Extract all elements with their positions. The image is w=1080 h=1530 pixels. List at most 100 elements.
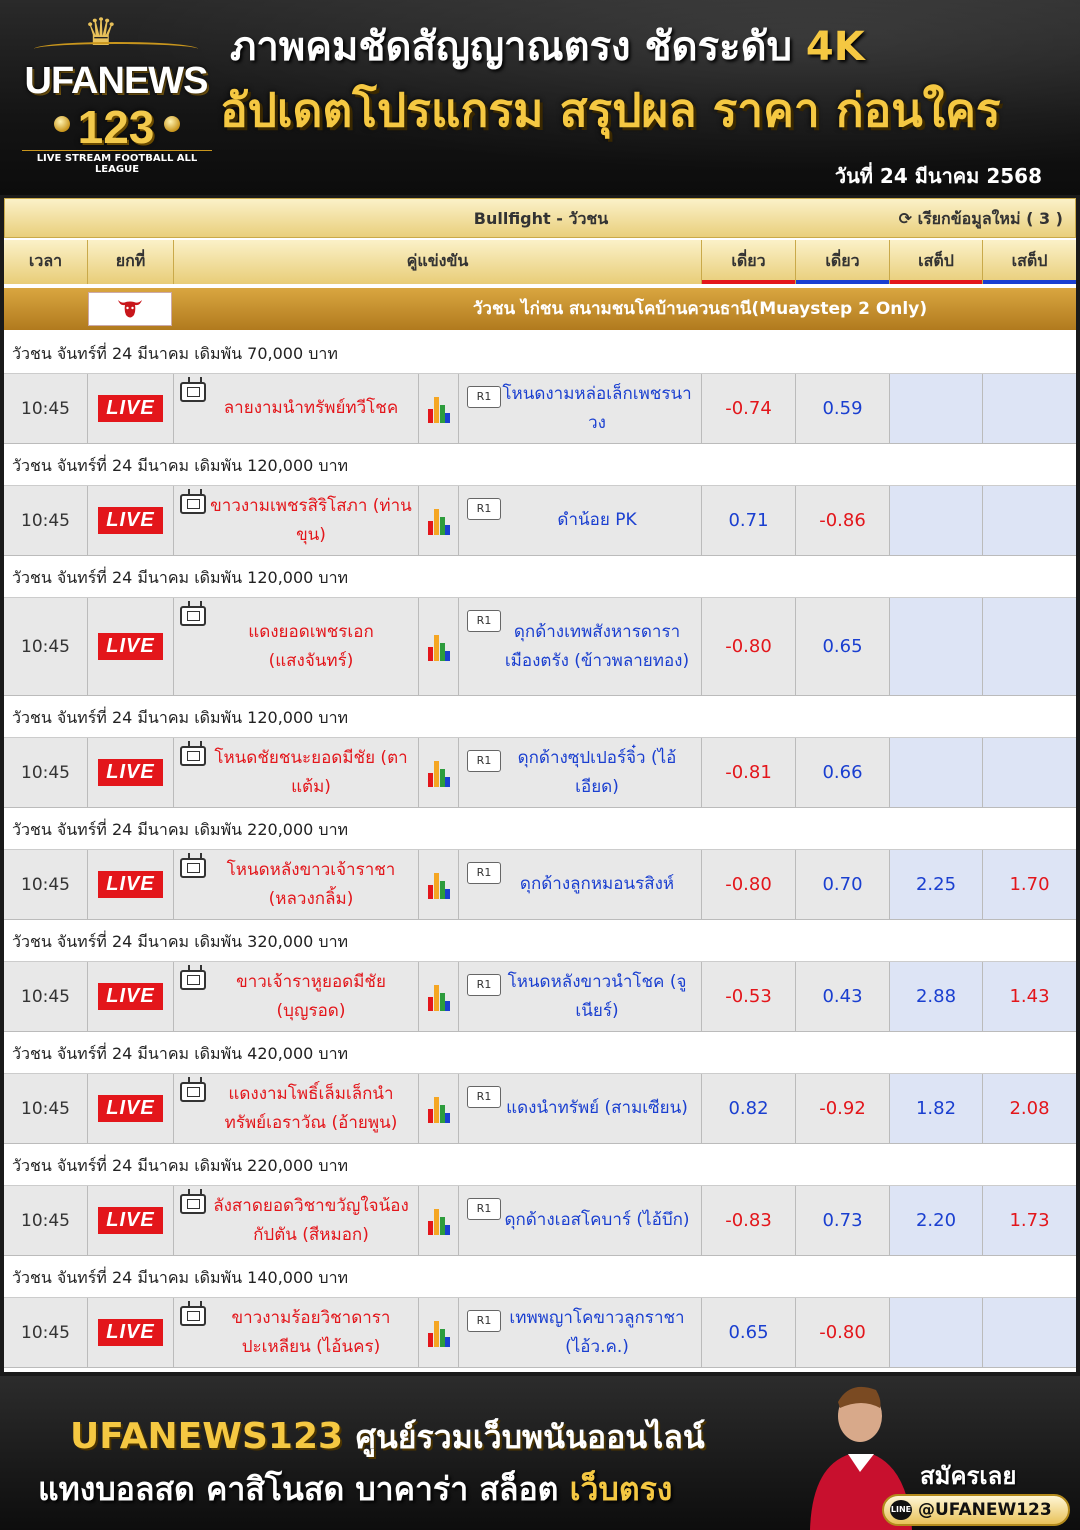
table-row[interactable]: 10:45 LIVE โหนดชัยชนะยอดมีชัย (ตาแต้ม) R1 ดุ… [4,738,1076,808]
odd-step-1[interactable] [890,374,983,443]
odd-step-1[interactable]: 1.82 [890,1074,983,1143]
bar-chart-icon[interactable] [427,759,450,787]
table-row[interactable]: 10:45 LIVE โหนดหลังขาวเจ้าราชา (หลวงกลิ้ม)… [4,850,1076,920]
odd-step-2[interactable]: 1.70 [983,850,1076,919]
bar-chart-icon[interactable] [427,395,450,423]
odd-single-2[interactable]: 0.73 [796,1186,890,1255]
live-cell[interactable]: LIVE [88,598,174,695]
odd-single-1[interactable]: -0.53 [702,962,796,1031]
live-cell[interactable]: LIVE [88,1298,174,1367]
odd-step-2[interactable]: 1.73 [983,1186,1076,1255]
bar-chart-icon[interactable] [427,1207,450,1235]
tv-icon[interactable] [180,382,206,402]
tv-icon[interactable] [180,494,206,514]
bar-chart-icon[interactable] [427,983,450,1011]
odd-single-2[interactable]: 0.65 [796,598,890,695]
live-badge[interactable]: LIVE [98,759,163,786]
stats-cell[interactable] [419,1074,459,1143]
odd-single-2[interactable]: 0.66 [796,738,890,807]
odd-step-1[interactable] [890,738,983,807]
signup-button[interactable]: สมัครเลย [920,1456,1016,1495]
stats-cell[interactable] [419,738,459,807]
live-cell[interactable]: LIVE [88,962,174,1031]
live-cell[interactable]: LIVE [88,486,174,555]
live-badge[interactable]: LIVE [98,983,163,1010]
odd-step-1[interactable] [890,1298,983,1367]
odd-step-1[interactable]: 2.20 [890,1186,983,1255]
odd-single-2[interactable]: 0.59 [796,374,890,443]
odd-step-2[interactable] [983,598,1076,695]
live-cell[interactable]: LIVE [88,1186,174,1255]
stats-cell[interactable] [419,1298,459,1367]
odd-single-2[interactable]: -0.92 [796,1074,890,1143]
odd-step-2[interactable]: 2.08 [983,1074,1076,1143]
odd-step-2[interactable] [983,486,1076,555]
tv-icon[interactable] [180,1082,206,1102]
bar-chart-icon[interactable] [427,871,450,899]
round-badge: R1 [467,610,501,632]
table-row[interactable]: 10:45 LIVE ลายงามนำทรัพย์ทวีโชค R1 โหนดงามหล… [4,374,1076,444]
bar-chart-icon[interactable] [427,1095,450,1123]
table-row[interactable]: 10:45 LIVE ขาวงามเพชรสิริโสภา (ท่านขุน) R1 ด… [4,486,1076,556]
col-time: เวลา [4,240,88,284]
live-badge[interactable]: LIVE [98,507,163,534]
home-team: ขาวเจ้าราหูยอดมีชัย (บุญรอด) [236,971,386,1021]
live-cell[interactable]: LIVE [88,850,174,919]
stats-cell[interactable] [419,486,459,555]
odd-step-1[interactable] [890,486,983,555]
live-badge[interactable]: LIVE [98,1319,163,1346]
live-cell[interactable]: LIVE [88,1074,174,1143]
table-row[interactable]: 10:45 LIVE ขาวงามร้อยวิชาดาราปะเหลียน (ไอ้… [4,1298,1076,1368]
odd-single-1[interactable]: -0.80 [702,850,796,919]
live-cell[interactable]: LIVE [88,374,174,443]
odd-single-1[interactable]: 0.82 [702,1074,796,1143]
odd-step-2[interactable]: 1.43 [983,962,1076,1031]
site-logo[interactable]: ♛ UFANEWS 123 LIVE STREAM FOOTBALL ALL L… [14,8,214,186]
odd-step-1[interactable]: 2.25 [890,850,983,919]
live-badge[interactable]: LIVE [98,1095,163,1122]
bar-chart-icon[interactable] [427,1319,450,1347]
refresh-label: เรียกข้อมูลใหม่ ( 3 ) [917,209,1063,228]
table-row[interactable]: 10:45 LIVE แดงงามโพธิ์เล็มเล็กนำทรัพย์เอรา… [4,1074,1076,1144]
odd-single-2[interactable]: -0.80 [796,1298,890,1367]
stats-cell[interactable] [419,374,459,443]
odd-single-2[interactable]: -0.86 [796,486,890,555]
odd-single-1[interactable]: -0.81 [702,738,796,807]
footer-banner: UFANEWS123 ศูนย์รวมเว็บพนันออนไลน์ แทงบอ… [0,1376,1080,1530]
tv-icon[interactable] [180,970,206,990]
odd-single-1[interactable]: 0.71 [702,486,796,555]
tv-icon[interactable] [180,1306,206,1326]
tv-icon[interactable] [180,858,206,878]
odd-single-1[interactable]: -0.83 [702,1186,796,1255]
odd-single-1[interactable]: 0.65 [702,1298,796,1367]
odd-step-1[interactable]: 2.88 [890,962,983,1031]
odd-step-2[interactable] [983,1298,1076,1367]
live-badge[interactable]: LIVE [98,1207,163,1234]
bar-chart-icon[interactable] [427,507,450,535]
bar-chart-icon[interactable] [427,633,450,661]
tv-icon[interactable] [180,606,206,626]
live-cell[interactable]: LIVE [88,738,174,807]
live-badge[interactable]: LIVE [98,871,163,898]
odd-step-1[interactable] [890,598,983,695]
live-badge[interactable]: LIVE [98,633,163,660]
stats-cell[interactable] [419,850,459,919]
tv-icon[interactable] [180,1194,206,1214]
refresh-button[interactable]: ⟳ เรียกข้อมูลใหม่ ( 3 ) [899,199,1063,239]
odd-single-1[interactable]: -0.74 [702,374,796,443]
table-row[interactable]: 10:45 LIVE แดงยอดเพชรเอก (แสงจันทร์) R1 ดุกด… [4,598,1076,696]
live-badge[interactable]: LIVE [98,395,163,422]
odd-step-2[interactable] [983,374,1076,443]
odd-single-2[interactable]: 0.43 [796,962,890,1031]
table-row[interactable]: 10:45 LIVE ลังสาดยอดวิชาขวัญใจน้องกัปตัน (… [4,1186,1076,1256]
stats-cell[interactable] [419,598,459,695]
odd-single-2[interactable]: 0.70 [796,850,890,919]
table-row[interactable]: 10:45 LIVE ขาวเจ้าราหูยอดมีชัย (บุญรอด) R1 โ… [4,962,1076,1032]
stats-cell[interactable] [419,1186,459,1255]
odd-single-1[interactable]: -0.80 [702,598,796,695]
odd-step-2[interactable] [983,738,1076,807]
footer-brand-line: UFANEWS123 ศูนย์รวมเว็บพนันออนไลน์ [70,1412,705,1463]
stats-cell[interactable] [419,962,459,1031]
line-contact-button[interactable]: LINE @UFANEW123 [882,1494,1070,1526]
tv-icon[interactable] [180,746,206,766]
